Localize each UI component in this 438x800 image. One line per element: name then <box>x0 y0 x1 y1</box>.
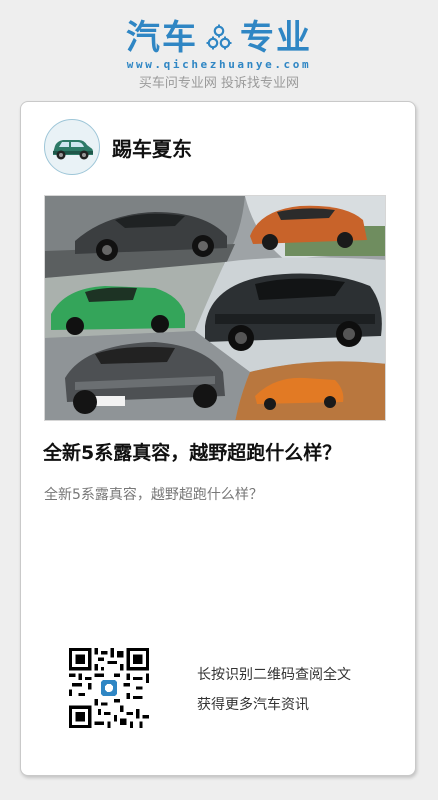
author-row[interactable]: 踢车夏东 <box>44 119 192 175</box>
logo-text-left: 汽车 <box>126 18 198 58</box>
site-url: www.qichezhuanye.com <box>126 58 312 71</box>
author-name[interactable]: 踢车夏东 <box>112 133 192 162</box>
gears-icon <box>204 23 234 53</box>
qr-instruction: 长按识别二维码查阅全文 <box>197 667 351 683</box>
article-summary: 全新5系露真容，越野超跑什么样？ <box>44 487 263 503</box>
page-header: 汽车 专业 www.qichezhuanye.com 买车问专业网 投诉找专业网 <box>0 0 438 100</box>
logo-text-right: 专业 <box>240 18 312 58</box>
qr-subtext: 获得更多汽车资讯 <box>197 697 309 713</box>
site-tagline: 买车问专业网 投诉找专业网 <box>138 76 300 91</box>
article-title[interactable]: 全新5系露真容，越野超跑什么样？ <box>43 440 403 466</box>
article-cover-image[interactable] <box>44 195 386 421</box>
site-logo[interactable]: 汽车 专业 <box>0 18 438 58</box>
qr-code-icon[interactable] <box>69 648 149 728</box>
article-card[interactable]: 踢车夏东 全新5系露真容，越野超跑什么样？ 全新5系露真容，越野超跑什么样？ 长… <box>20 101 416 776</box>
car-avatar-icon[interactable] <box>44 119 100 175</box>
